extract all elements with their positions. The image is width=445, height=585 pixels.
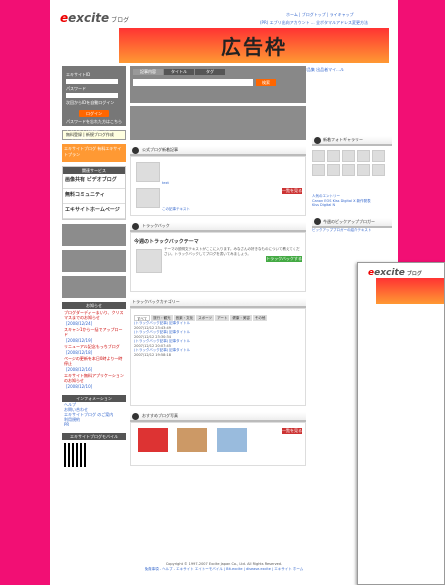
gallery-thumb[interactable] xyxy=(357,150,370,162)
camera-icon xyxy=(314,136,321,144)
site-id-label: エキサイトID xyxy=(66,72,91,77)
gallery-thumb[interactable] xyxy=(342,164,355,176)
blog-thumbnail[interactable] xyxy=(136,162,160,182)
trackback-title[interactable]: 今週のトラックバックテーマ xyxy=(134,238,302,245)
overlay-window[interactable]: eexcite ブログ xyxy=(357,262,445,585)
logo-text: excite xyxy=(68,11,110,25)
gallery-grid xyxy=(312,150,392,176)
blog-link[interactable]: この記事テキスト xyxy=(162,207,190,211)
service-item[interactable]: 画像共有 ビデオブログ xyxy=(63,174,125,189)
ad-block[interactable] xyxy=(62,250,126,272)
blog-thumbnail[interactable] xyxy=(136,187,160,208)
top-links[interactable]: ホーム | ブログトップ | ライキャップ xyxy=(286,12,354,18)
official-icon xyxy=(132,146,139,154)
overlay-logo: eexcite ブログ xyxy=(368,268,422,278)
search-box: 記事内容 タイトル タグ 検索 xyxy=(130,66,306,103)
right-column: 新着フォトギャラリー 人気のエントリー Canon EOS Kiss Digit… xyxy=(312,136,392,232)
category-date: 2007/12/12 19:58:18 xyxy=(134,352,172,357)
ad-block[interactable] xyxy=(62,276,126,298)
photo-thumb[interactable] xyxy=(216,428,247,452)
trackback-icon xyxy=(132,222,139,230)
footer: Copyright © 1997-2007 Excite Japan Co., … xyxy=(50,562,398,572)
page: eexcite ブログ ホーム | ブログトップ | ライキャップ (PR) エブ… xyxy=(50,0,398,585)
overlay-banner xyxy=(376,278,444,304)
gallery-thumb[interactable] xyxy=(372,150,385,162)
trackback-button[interactable]: トラックバックする xyxy=(266,256,302,262)
category-heading: トラックバックカテゴリー xyxy=(130,298,306,308)
site-id-input[interactable] xyxy=(66,79,118,84)
promo-block[interactable] xyxy=(130,106,306,140)
news-date: [2008/12/10] xyxy=(66,384,93,389)
gallery-thumb[interactable] xyxy=(372,164,385,176)
mobile-heading: エキサイトブログモバイル xyxy=(62,433,126,440)
info-link[interactable]: PR xyxy=(62,422,126,427)
login-box: エキサイトID パスワード 次回からIDを自動ログイン ログイン パスワードを忘… xyxy=(62,66,126,140)
qr-code-icon xyxy=(64,443,88,467)
news-link[interactable]: エキサイト無料アプリケーションのお知らせ xyxy=(62,372,126,384)
search-tab[interactable]: タグ xyxy=(195,69,225,75)
services-box: 関連サービス 画像共有 ビデオブログ 無料コミュニティ エキサイトホームページ xyxy=(62,166,126,220)
premium-plan-banner[interactable]: エキサイトブログ 有料エキサイトプラン xyxy=(62,144,126,162)
excite-logo[interactable]: eexcite ブログ xyxy=(60,11,129,25)
login-button[interactable]: ログイン xyxy=(79,110,109,117)
news-box: お知らせ ブログダーディーまいり、クリスマスまでのお知らせ [2008/12/2… xyxy=(62,302,126,389)
blog-link[interactable]: text xyxy=(162,181,169,185)
trackback-pane: 今週のトラックバックテーマ テーマの説明文テキストがここに入ります。みなさんの好… xyxy=(130,232,306,292)
gallery-thumb[interactable] xyxy=(357,164,370,176)
category-tab[interactable]: アート xyxy=(215,315,230,321)
footer-links[interactable]: 免責事項 - ヘルプ - エキサイト エイトーモバイル | Bit.excite… xyxy=(50,567,398,572)
trackback-image xyxy=(136,249,162,273)
photo-thumb[interactable] xyxy=(138,428,168,452)
gallery-thumb[interactable] xyxy=(342,150,355,162)
logo-sub: ブログ xyxy=(111,17,130,24)
ad-block[interactable] xyxy=(62,224,126,246)
pickup-heading: 今週のピックアップブロガー xyxy=(312,217,392,228)
gallery-thumb[interactable] xyxy=(327,150,340,162)
search-tab[interactable]: タイトル xyxy=(164,69,194,75)
service-item[interactable]: エキサイトホームページ xyxy=(63,204,125,219)
gallery-heading: 新着フォトギャラリー xyxy=(312,136,392,146)
search-input[interactable] xyxy=(133,79,253,86)
password-input[interactable] xyxy=(66,93,118,98)
top-links-secondary[interactable]: (PR) エブリ出向アカウント ... 全ボタマルアドレス変更方法 xyxy=(260,20,368,26)
password-label: パスワード xyxy=(66,86,86,91)
service-item[interactable]: 無料コミュニティ xyxy=(63,189,125,204)
search-tab[interactable]: 記事内容 xyxy=(133,69,163,75)
photo-pane: 一覧を見る xyxy=(130,422,306,466)
category-tab[interactable]: 健康・美容 xyxy=(230,315,252,321)
more-button[interactable]: 一覧を見る xyxy=(282,187,302,194)
search-button[interactable]: 検索 xyxy=(256,79,276,86)
remember-checkbox[interactable]: 次回からIDを自動ログイン xyxy=(66,100,122,106)
category-tab[interactable]: その他 xyxy=(252,315,268,321)
pickup-icon xyxy=(314,218,321,225)
gallery-thumb[interactable] xyxy=(312,164,325,176)
ad-banner[interactable]: 広告枠 xyxy=(119,28,389,63)
news-link[interactable]: ページの更新を本日0時より一時停止 xyxy=(62,355,126,367)
official-blog-pane: text この記事テキスト 一覧を見る xyxy=(130,156,306,216)
news-link[interactable]: リニューアル記念もっちブログ xyxy=(62,343,126,350)
trackback-heading: トラックバック xyxy=(130,222,306,232)
banner-text: 広告枠 xyxy=(221,35,287,59)
info-heading: インフォメーション xyxy=(62,395,126,402)
official-blog-heading: 公式ブログ新着記事 xyxy=(130,146,306,156)
category-tab[interactable]: スポーツ xyxy=(196,315,215,321)
main-column: 記事内容 タイトル タグ 検索 公式ブログ新着記事 text この記事テキスト … xyxy=(130,66,306,466)
category-pane: すべて 旅行・観光 音楽・文化 スポーツ アート 健康・美容 その他 (トラック… xyxy=(130,308,306,406)
more-button[interactable]: 一覧を見る xyxy=(282,428,302,434)
news-link[interactable]: スキャン1から一括でアップロード xyxy=(62,326,126,338)
gallery-thumb[interactable] xyxy=(327,164,340,176)
star-icon xyxy=(132,412,139,420)
news-link[interactable]: ブログダーディーまいり、クリスマスまでのお知らせ xyxy=(62,309,126,321)
photo-heading: おすすめブログ写真 xyxy=(130,412,306,422)
services-heading: 関連サービス xyxy=(63,167,125,174)
left-column: エキサイトID パスワード 次回からIDを自動ログイン ログイン パスワードを忘… xyxy=(62,66,126,470)
pickup-text[interactable]: ピックアップブロガーの紹介テキスト xyxy=(312,228,392,233)
forgot-password-link[interactable]: パスワードを忘れた方はこちら xyxy=(66,119,122,125)
news-heading: お知らせ xyxy=(62,302,126,309)
new-blog-button[interactable]: 無料登録 | 新規ブログ作成 xyxy=(62,130,126,140)
gallery-thumb[interactable] xyxy=(312,150,325,162)
photo-thumb[interactable] xyxy=(177,428,208,452)
